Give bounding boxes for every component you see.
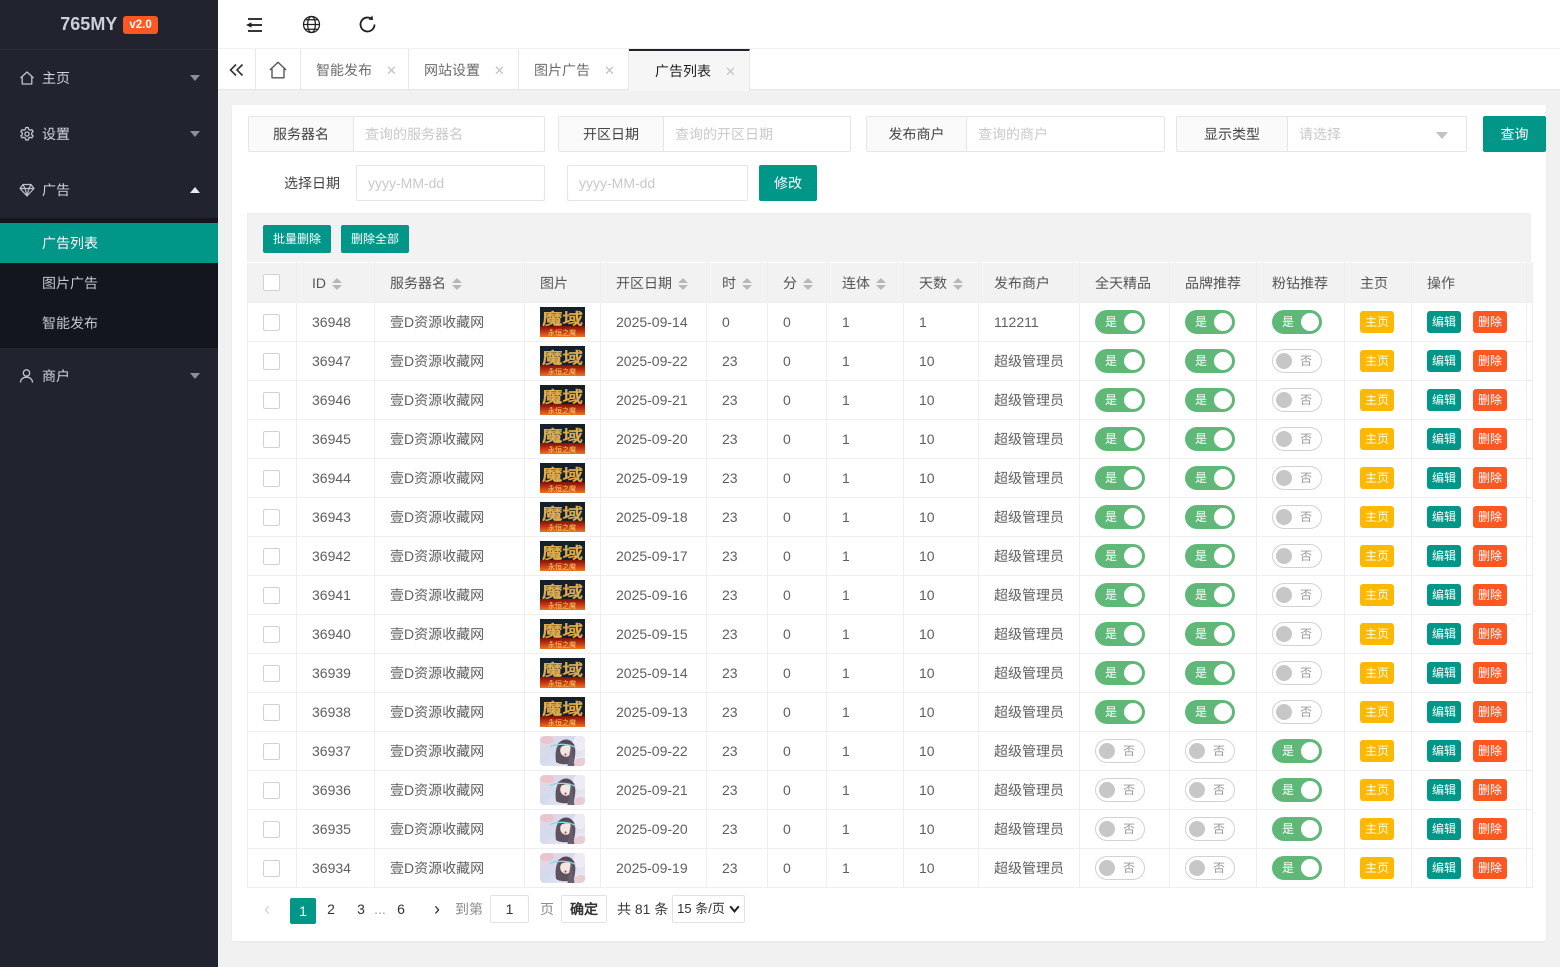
svg-text:魔域: 魔域 — [542, 541, 583, 564]
svg-text:永恒之魔: 永恒之魔 — [548, 406, 576, 415]
svg-text:永恒之魔: 永恒之魔 — [548, 679, 576, 688]
svg-text:魔域: 魔域 — [542, 307, 583, 330]
svg-text:永恒之魔: 永恒之魔 — [548, 367, 576, 376]
svg-text:魔域: 魔域 — [542, 385, 583, 408]
svg-text:永恒之魔: 永恒之魔 — [548, 640, 576, 649]
svg-text:魔域: 魔域 — [542, 346, 583, 369]
svg-text:永恒之魔: 永恒之魔 — [548, 328, 576, 337]
svg-text:永恒之魔: 永恒之魔 — [548, 718, 576, 727]
svg-text:永恒之魔: 永恒之魔 — [548, 445, 576, 454]
svg-text:魔域: 魔域 — [542, 424, 583, 447]
svg-text:魔域: 魔域 — [542, 697, 583, 720]
svg-text:永恒之魔: 永恒之魔 — [548, 523, 576, 532]
svg-text:魔域: 魔域 — [542, 658, 583, 681]
svg-text:魔域: 魔域 — [542, 619, 583, 642]
svg-text:魔域: 魔域 — [542, 580, 583, 603]
svg-text:永恒之魔: 永恒之魔 — [548, 484, 576, 493]
svg-text:永恒之魔: 永恒之魔 — [548, 562, 576, 571]
svg-text:魔域: 魔域 — [542, 502, 583, 525]
svg-text:魔域: 魔域 — [542, 463, 583, 486]
svg-text:永恒之魔: 永恒之魔 — [548, 601, 576, 610]
